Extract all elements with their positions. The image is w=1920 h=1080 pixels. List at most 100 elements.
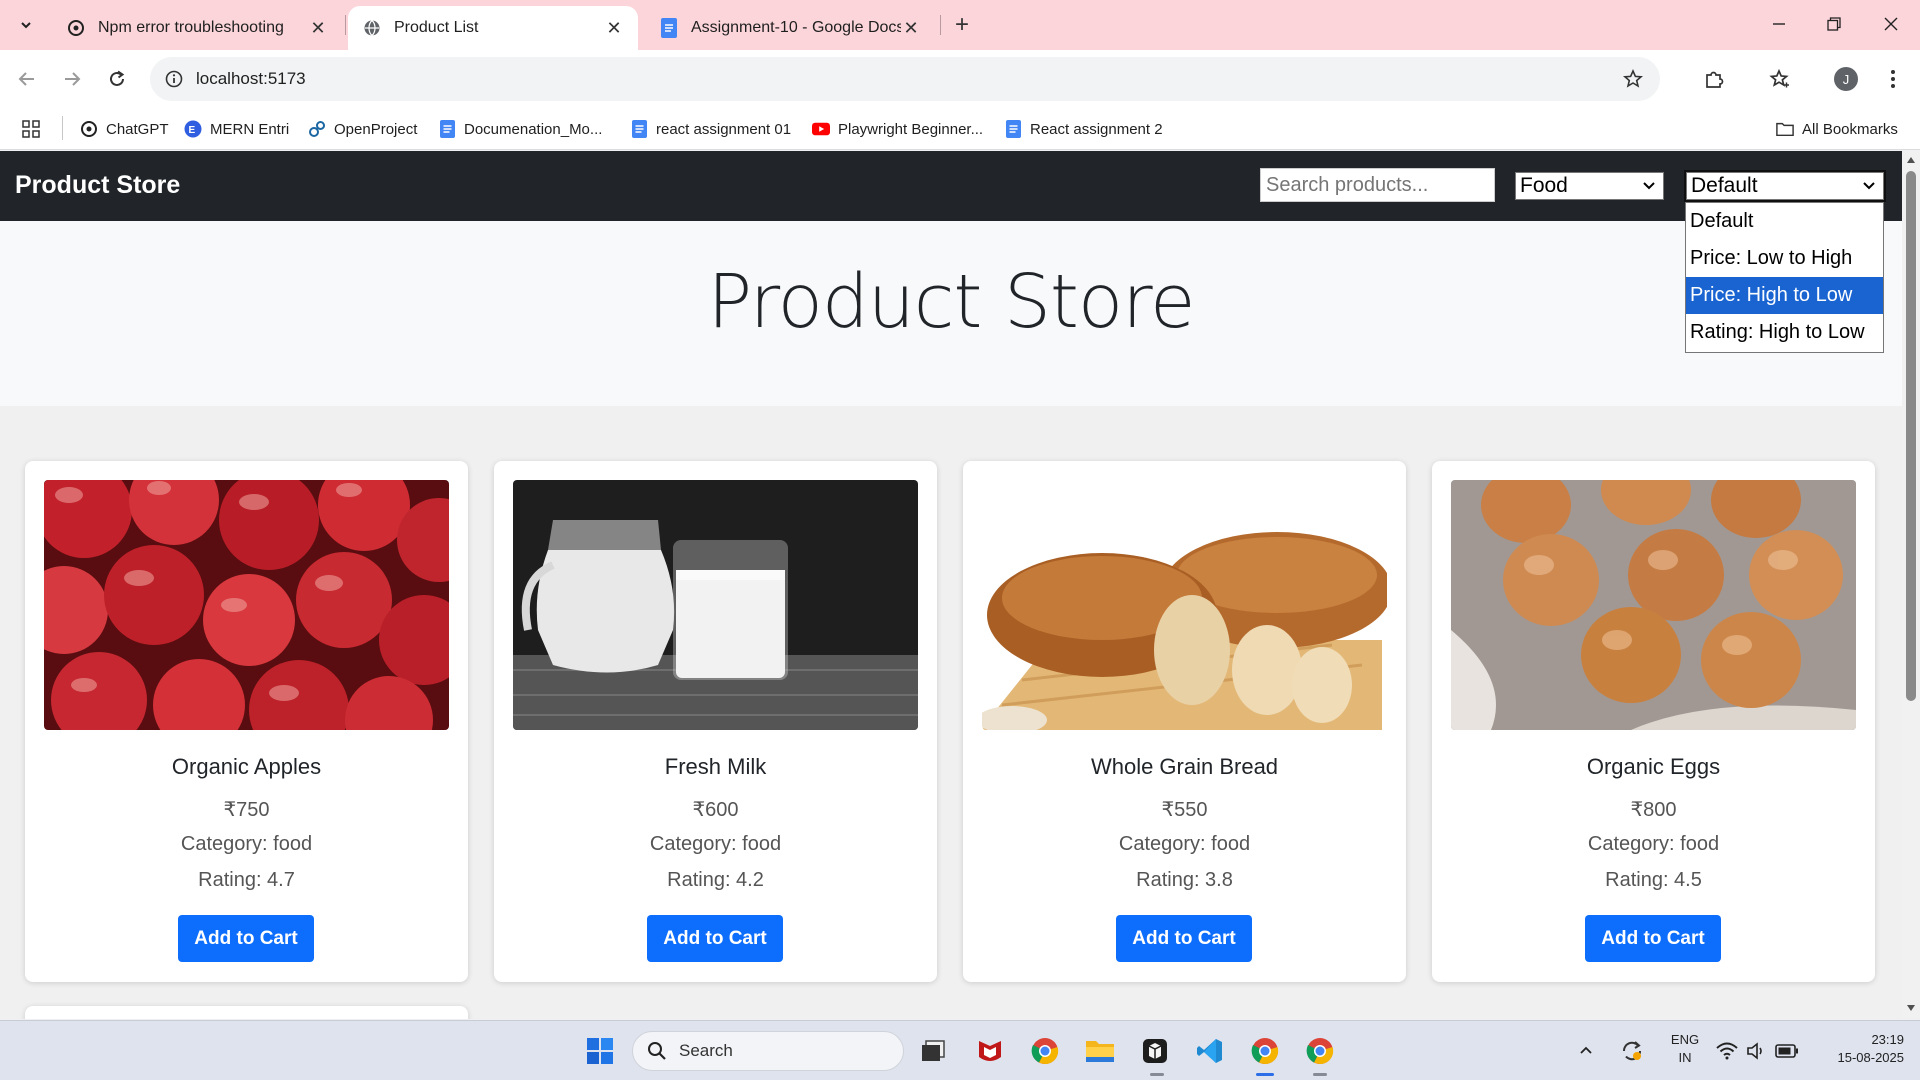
add-to-cart-button[interactable]: Add to Cart: [647, 915, 783, 962]
tab-divider: [940, 15, 941, 35]
sort-option-price-low-high[interactable]: Price: Low to High: [1686, 240, 1883, 277]
bookmark-label: react assignment 01: [656, 120, 792, 138]
product-card: Whole Grain Bread ₹550 Category: food Ra…: [963, 461, 1406, 982]
mcafee-app[interactable]: [972, 1033, 1008, 1069]
back-button[interactable]: [10, 62, 44, 96]
notepad-app[interactable]: [1137, 1033, 1173, 1069]
chevron-down-icon: [1643, 182, 1655, 190]
chrome-app[interactable]: [1027, 1033, 1063, 1069]
task-view-button[interactable]: [915, 1033, 951, 1069]
close-icon[interactable]: ✕: [308, 18, 328, 38]
page-title: Product Store: [707, 259, 1195, 345]
sort-select[interactable]: Default: [1684, 170, 1886, 202]
puzzle-icon: [1706, 71, 1724, 88]
speaker-icon: [1747, 1042, 1762, 1060]
chrome-app-active[interactable]: [1247, 1033, 1283, 1069]
tab-assignment-10[interactable]: Assignment-10 - Google Docs ✕: [645, 6, 935, 50]
sync-tray-button[interactable]: [1616, 1033, 1648, 1069]
profile-avatar[interactable]: J: [1834, 67, 1858, 91]
clock[interactable]: 23:19 15-08-2025: [1812, 1031, 1905, 1067]
vscode-app[interactable]: [1192, 1033, 1228, 1069]
bookmark-playwright[interactable]: Playwright Beginner...: [812, 116, 983, 142]
page-scrollbar[interactable]: [1902, 151, 1920, 1019]
bookmark-mern-entri[interactable]: E MERN Entri: [184, 116, 289, 142]
sort-option-price-high-low[interactable]: Price: High to Low: [1686, 277, 1883, 314]
bookmark-react-assignment-2[interactable]: React assignment 2: [1004, 116, 1163, 142]
product-name: Fresh Milk: [664, 754, 767, 779]
reload-button[interactable]: [100, 62, 134, 96]
chrome-app-profile[interactable]: [1302, 1033, 1338, 1069]
tab-search-button[interactable]: [10, 9, 42, 41]
wifi-status[interactable]: [1712, 1033, 1742, 1069]
brand-title[interactable]: Product Store: [15, 171, 180, 200]
clock-date: 15-08-2025: [1837, 1050, 1905, 1065]
store-navbar: Product Store Food Default: [0, 151, 1902, 221]
product-category: Category: food: [649, 833, 782, 855]
bookmark-chatgpt[interactable]: ChatGPT: [80, 116, 169, 142]
address-bar[interactable]: localhost:5173: [150, 57, 1660, 101]
bookmark-manager-button[interactable]: [1763, 62, 1797, 96]
sort-option-default[interactable]: Default: [1686, 203, 1883, 240]
url-text: localhost:5173: [196, 69, 306, 88]
add-to-cart-button[interactable]: Add to Cart: [178, 915, 314, 962]
mcafee-icon: [979, 1041, 1001, 1061]
product-rating: Rating: 4.2: [667, 869, 764, 891]
folder-icon: [1086, 1041, 1114, 1062]
running-indicator: [1150, 1073, 1164, 1076]
product-card: Fresh Milk ₹600 Category: food Rating: 4…: [494, 461, 937, 982]
bookmark-react-assignment-01[interactable]: react assignment 01: [630, 116, 791, 142]
minimize-button[interactable]: [1752, 0, 1806, 48]
close-window-button[interactable]: [1864, 0, 1918, 48]
tab-npm-error[interactable]: Npm error troubleshooting ✕: [52, 6, 342, 50]
youtube-icon: [812, 120, 830, 138]
site-info-icon[interactable]: [162, 67, 186, 91]
scroll-up-icon[interactable]: [1906, 155, 1916, 165]
apples-photo: [44, 480, 449, 730]
close-icon[interactable]: ✕: [604, 18, 624, 38]
show-hidden-icons-button[interactable]: [1574, 1033, 1598, 1069]
start-button[interactable]: [582, 1033, 618, 1069]
extensions-button[interactable]: [1697, 62, 1731, 96]
bookmark-star-icon[interactable]: [1620, 66, 1646, 92]
bookmark-documenation[interactable]: Documenation_Mo...: [438, 116, 602, 142]
restore-button[interactable]: [1807, 0, 1861, 48]
language-indicator[interactable]: ENG IN: [1665, 1031, 1705, 1067]
region-code: IN: [1678, 1050, 1692, 1065]
tab-label: Assignment-10 - Google Docs: [691, 19, 901, 36]
file-explorer-app[interactable]: [1082, 1033, 1118, 1069]
category-select[interactable]: Food: [1515, 172, 1664, 200]
category-selected-value: Food: [1520, 174, 1568, 197]
new-tab-button[interactable]: +: [948, 11, 976, 39]
more-vertical-icon: [1891, 70, 1895, 88]
taskbar-search-box[interactable]: Search: [632, 1031, 904, 1071]
product-category: Category: food: [1118, 833, 1251, 855]
add-to-cart-button[interactable]: Add to Cart: [1585, 915, 1721, 962]
sort-option-rating-high-low[interactable]: Rating: High to Low: [1686, 314, 1883, 351]
docs-icon: [630, 120, 648, 138]
product-name: Organic Apples: [171, 754, 322, 779]
chevron-up-icon: [1580, 1046, 1592, 1054]
tab-product-list[interactable]: Product List ✕: [348, 6, 638, 50]
forward-button[interactable]: [55, 62, 89, 96]
bookmark-openproject[interactable]: OpenProject: [308, 116, 417, 142]
close-icon[interactable]: ✕: [901, 18, 921, 38]
chatgpt-icon: [80, 120, 98, 138]
scroll-thumb[interactable]: [1906, 171, 1916, 701]
windows-logo-icon: [587, 1038, 613, 1064]
battery-status[interactable]: [1772, 1033, 1802, 1069]
all-bookmarks-button[interactable]: All Bookmarks: [1776, 116, 1898, 142]
volume-status[interactable]: [1742, 1033, 1770, 1069]
taskbar-search-label: Search: [679, 1041, 733, 1060]
restore-icon: [1827, 17, 1841, 31]
bread-photo: [982, 480, 1387, 730]
browser-menu-button[interactable]: [1876, 62, 1910, 96]
windows-taskbar: Search ENG IN 23:19 15-08-2025: [0, 1020, 1920, 1080]
product-card: Organic Eggs ₹800 Category: food Rating:…: [1432, 461, 1875, 982]
scroll-down-icon[interactable]: [1906, 1003, 1916, 1013]
browser-tab-strip: Npm error troubleshooting ✕ Product List…: [0, 0, 1920, 50]
apps-button[interactable]: [22, 116, 48, 142]
plus-icon: +: [954, 11, 969, 38]
search-input[interactable]: [1260, 168, 1495, 202]
language-code: ENG: [1670, 1032, 1700, 1047]
add-to-cart-button[interactable]: Add to Cart: [1116, 915, 1252, 962]
